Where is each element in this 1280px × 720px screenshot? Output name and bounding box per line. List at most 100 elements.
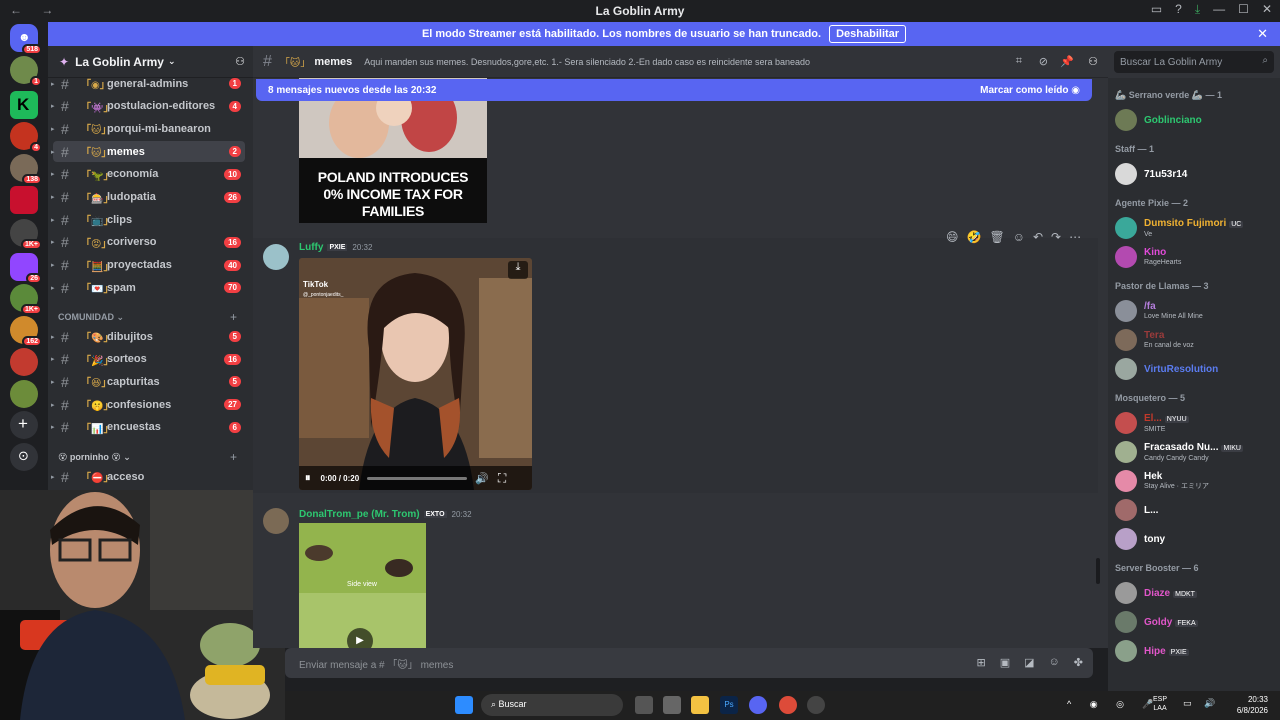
add-member-icon[interactable]: ⚇ bbox=[235, 55, 245, 68]
mark-read-button[interactable]: Marcar como leído ◉ bbox=[980, 85, 1080, 96]
pin-icon[interactable]: 📌 bbox=[1060, 55, 1074, 68]
twitch-server-icon[interactable]: 26 bbox=[10, 253, 42, 284]
member-list-icon[interactable]: ⚇ bbox=[1088, 55, 1098, 68]
reaction-icon[interactable]: 🗑 bbox=[989, 230, 1004, 244]
channel-capturitas[interactable]: ▸ # 「😆」 capturitas 5 bbox=[51, 371, 245, 392]
reaction-icon[interactable]: 😄 bbox=[946, 230, 959, 244]
channel-acceso[interactable]: ▸ # 「⛔」 acceso bbox=[51, 466, 245, 487]
app-icon[interactable] bbox=[807, 696, 825, 714]
message-author[interactable]: DonalTrom_pe (Mr. Trom) bbox=[299, 509, 420, 520]
member-item[interactable]: L... bbox=[1115, 497, 1275, 523]
message-author[interactable]: Luffy bbox=[299, 242, 323, 253]
member-item[interactable]: Fracasado Nu... MIKU Candy Candy Candy bbox=[1115, 439, 1275, 465]
member-item[interactable]: tony bbox=[1115, 526, 1275, 552]
member-item[interactable]: El... NYUU SMITE bbox=[1115, 410, 1275, 436]
chat-scrollbar[interactable] bbox=[1096, 558, 1100, 584]
download-icon[interactable]: ⤓ bbox=[1195, 2, 1200, 17]
member-item[interactable]: VirtuResolution bbox=[1115, 356, 1275, 382]
server-icon[interactable]: 1K+ bbox=[10, 219, 42, 250]
maximize-icon[interactable]: ☐ bbox=[1238, 2, 1249, 17]
channel-general-admins[interactable]: ▸ # 「◉」 general-admins 1 bbox=[51, 73, 245, 94]
add-channel-icon[interactable]: + bbox=[230, 450, 237, 464]
member-item[interactable]: Dumsito Fujimori UC Ve bbox=[1115, 215, 1275, 241]
add-server-icon[interactable]: + bbox=[10, 411, 38, 439]
discord-taskbar-icon[interactable] bbox=[749, 696, 767, 714]
windows-start-icon[interactable] bbox=[455, 696, 473, 714]
disable-streamer-button[interactable]: Deshabilitar bbox=[829, 25, 907, 43]
video-scrubber[interactable] bbox=[367, 476, 468, 480]
system-tray[interactable]: ▭ 🔊 bbox=[1183, 698, 1220, 709]
new-messages-bar[interactable]: 8 mensajes nuevos desde las 20:32 Marcar… bbox=[256, 79, 1092, 101]
member-item[interactable]: Kino RageHearts bbox=[1115, 244, 1275, 270]
gift-icon[interactable]: ⊞ bbox=[977, 656, 986, 669]
member-item[interactable]: Goblinciano bbox=[1115, 107, 1275, 133]
video-attachment[interactable]: Side view ▶ bbox=[299, 523, 426, 648]
reply-icon[interactable]: ↶ bbox=[1033, 230, 1043, 244]
server-icon[interactable]: 4 bbox=[10, 122, 42, 153]
minimize-icon[interactable]: — bbox=[1213, 2, 1225, 17]
server-icon[interactable]: 1 bbox=[10, 56, 42, 87]
avatar[interactable] bbox=[263, 244, 289, 270]
tray-icons[interactable]: ^ ◉ ◎ 🎤 bbox=[1067, 699, 1162, 710]
file-explorer-icon[interactable] bbox=[691, 696, 709, 714]
member-item[interactable]: Hek Stay Alive · エミリア bbox=[1115, 468, 1275, 494]
discover-icon[interactable]: ⊙ bbox=[10, 443, 38, 471]
inbox-icon[interactable]: ▭ bbox=[1151, 2, 1162, 17]
app-icon[interactable] bbox=[663, 696, 681, 714]
play-icon[interactable]: ▶ bbox=[347, 628, 373, 648]
language-indicator[interactable]: ESP LAA bbox=[1153, 695, 1167, 713]
help-icon[interactable]: ? bbox=[1175, 2, 1182, 17]
gif-icon[interactable]: ▣ bbox=[1000, 656, 1010, 669]
member-item[interactable]: Hipe PXIE bbox=[1115, 638, 1275, 664]
close-banner-icon[interactable]: ✕ bbox=[1257, 26, 1268, 42]
discord-home-icon[interactable]: ☻ 518 bbox=[10, 24, 42, 55]
emoji-icon[interactable]: ☺ bbox=[1049, 656, 1060, 669]
close-icon[interactable]: ✕ bbox=[1262, 2, 1272, 17]
volume-icon[interactable]: 🔊 bbox=[475, 472, 489, 485]
taskbar-search[interactable]: ⌕ Buscar bbox=[481, 694, 623, 716]
sticker-icon[interactable]: ◪ bbox=[1024, 656, 1034, 669]
photoshop-icon[interactable]: Ps bbox=[720, 696, 738, 714]
apps-icon[interactable]: ✤ bbox=[1074, 656, 1083, 669]
clock[interactable]: 20:33 6/8/2026 bbox=[1237, 694, 1268, 716]
server-icon[interactable] bbox=[10, 348, 38, 376]
search-input[interactable]: Buscar La Goblin Army ⌕ bbox=[1114, 51, 1274, 73]
server-icon[interactable] bbox=[10, 186, 38, 214]
channel-economía[interactable]: ▸ # 「🦖」 economía 10 bbox=[51, 164, 245, 185]
member-item[interactable]: Tera En canal de voz bbox=[1115, 327, 1275, 353]
channel-postulacion-editores[interactable]: ▸ # 「👾」 postulacion-editores 4 bbox=[51, 96, 245, 117]
server-icon[interactable]: 1K+ bbox=[10, 284, 42, 315]
channel-spam[interactable]: ▸ # 「💌」 spam 70 bbox=[51, 277, 245, 298]
threads-icon[interactable]: ⌗ bbox=[1016, 55, 1022, 68]
channel-porqui-mi-banearon[interactable]: ▸ # 「🐱」 porqui-mi-banearon bbox=[51, 118, 245, 139]
category-comunidad[interactable]: COMUNIDAD ⌄ bbox=[58, 312, 124, 323]
member-item[interactable]: 71u53r14 bbox=[1115, 161, 1275, 187]
reaction-icon[interactable]: 🤣 bbox=[967, 230, 982, 244]
taskview-icon[interactable] bbox=[635, 696, 653, 714]
member-item[interactable]: Goldy FEKA bbox=[1115, 609, 1275, 635]
channel-ludopatia[interactable]: ▸ # 「🎰」 ludopatia 26 bbox=[51, 187, 245, 208]
channel-memes[interactable]: ▸ # 「🐱」 memes 2 bbox=[51, 141, 245, 163]
add-channel-icon[interactable]: + bbox=[230, 310, 237, 324]
video-player[interactable]: TikTok @_pontonjaedits_ ⤓ ⏸ 0:00 / 0:20 🔊… bbox=[299, 258, 532, 490]
notification-icon[interactable]: ⊘ bbox=[1039, 55, 1048, 68]
category-porninho[interactable]: 😵 porninho 😵 ⌄ bbox=[58, 452, 131, 463]
channel-proyectadas[interactable]: ▸ # 「🧮」 proyectadas 40 bbox=[51, 255, 245, 276]
channel-topic[interactable]: Aqui manden sus memes. Desnudos,gore,etc… bbox=[364, 57, 854, 67]
video-download-icon[interactable]: ⤓ bbox=[508, 261, 528, 279]
member-item[interactable]: /fa Love Mine All Mine bbox=[1115, 298, 1275, 324]
add-reaction-icon[interactable]: ☺ bbox=[1013, 230, 1025, 244]
server-icon[interactable]: 162 bbox=[10, 316, 42, 347]
forward-icon[interactable]: ↷ bbox=[1051, 230, 1061, 244]
avatar[interactable] bbox=[263, 508, 289, 534]
channel-confesiones[interactable]: ▸ # 「🤫」 confesiones 27 bbox=[51, 394, 245, 415]
chrome-icon[interactable] bbox=[779, 696, 797, 714]
channel-coriverso[interactable]: ▸ # 「😡」 coriverso 16 bbox=[51, 232, 245, 253]
channel-encuestas[interactable]: ▸ # 「📊」 encuestas 6 bbox=[51, 417, 245, 438]
channel-sorteos[interactable]: ▸ # 「🎉」 sorteos 16 bbox=[51, 349, 245, 370]
member-item[interactable]: Diaze MDKT bbox=[1115, 580, 1275, 606]
fullscreen-icon[interactable]: ⛶ bbox=[498, 471, 506, 486]
server-icon[interactable] bbox=[10, 380, 38, 408]
channel-dibujitos[interactable]: ▸ # 「🎨」 dibujitos 5 bbox=[51, 326, 245, 347]
channel-clips[interactable]: ▸ # 「📺」 clips bbox=[51, 209, 245, 230]
